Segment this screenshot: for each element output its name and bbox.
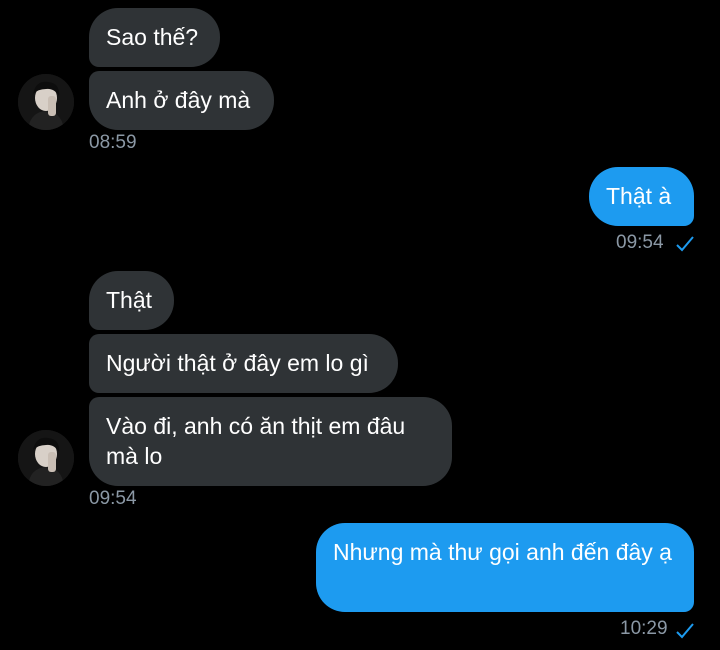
message-text: Nhưng mà thư gọi anh đến đây ạ	[333, 539, 672, 565]
message-timestamp: 09:54	[616, 232, 664, 253]
message-bubble-incoming[interactable]: Thật	[89, 271, 174, 330]
message-text: Thật	[106, 287, 153, 313]
check-icon	[676, 236, 694, 252]
message-bubble-incoming[interactable]: Anh ở đây mà	[89, 71, 274, 130]
message-timestamp: 10:29	[620, 618, 668, 639]
avatar-image	[18, 74, 74, 130]
message-timestamp: 08:59	[89, 132, 137, 153]
message-bubble-incoming[interactable]: Người thật ở đây em lo gì	[89, 334, 398, 393]
sender-avatar[interactable]	[18, 74, 74, 130]
avatar-image	[18, 430, 74, 486]
message-bubble-outgoing[interactable]: Thật à	[589, 167, 694, 226]
message-timestamp: 09:54	[89, 488, 137, 509]
message-text: Người thật ở đây em lo gì	[106, 350, 369, 376]
message-text: Sao thế?	[106, 24, 199, 50]
message-bubble-incoming[interactable]: Vào đi, anh có ăn thịt em đâu mà lo	[89, 397, 452, 486]
message-text: Anh ở đây mà	[106, 87, 251, 113]
message-text: Vào đi, anh có ăn thịt em đâu mà lo	[106, 413, 406, 469]
sender-avatar[interactable]	[18, 430, 74, 486]
check-icon	[676, 623, 694, 639]
message-bubble-outgoing[interactable]: Nhưng mà thư gọi anh đến đây ạ	[316, 523, 694, 612]
message-text: Thật à	[606, 183, 672, 209]
message-bubble-incoming[interactable]: Sao thế?	[89, 8, 220, 67]
